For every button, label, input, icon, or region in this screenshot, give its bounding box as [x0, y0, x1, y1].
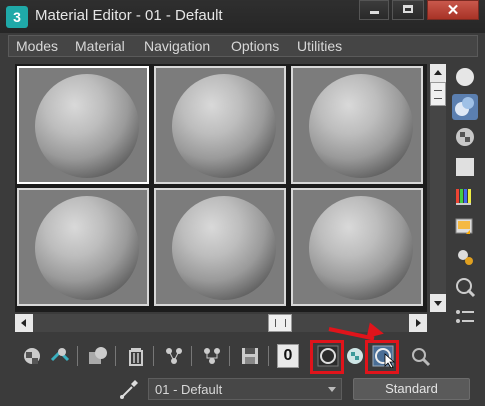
make-preview-button[interactable]	[452, 214, 478, 240]
assign-to-selection-button[interactable]	[86, 344, 110, 368]
scroll-left-button[interactable]	[15, 314, 33, 332]
make-unique-button[interactable]	[162, 344, 186, 368]
material-name-field[interactable]: 01 - Default	[148, 378, 342, 400]
sample-type-sphere-button[interactable]	[452, 64, 478, 90]
delete-icon[interactable]	[124, 344, 148, 368]
highlight-box	[310, 340, 344, 374]
put-to-scene-button[interactable]	[48, 344, 72, 368]
toolbar-separator	[153, 346, 154, 366]
title-bar[interactable]: 3 Material Editor - 01 - Default ✕	[0, 0, 485, 33]
window-title: Material Editor - 01 - Default	[35, 7, 223, 24]
scroll-down-button[interactable]	[430, 294, 446, 312]
background-checker-button[interactable]	[452, 124, 478, 150]
maximize-button[interactable]	[392, 0, 424, 20]
toolbar-separator	[77, 346, 78, 366]
scroll-right-button[interactable]	[409, 314, 427, 332]
menu-utilities[interactable]: Utilities	[297, 38, 342, 54]
put-to-library-button[interactable]	[200, 344, 224, 368]
material-sphere	[172, 196, 276, 300]
material-name-value: 01 - Default	[155, 382, 223, 397]
menu-bar: Modes Material Navigation Options Utilit…	[8, 35, 478, 57]
minimize-button[interactable]	[359, 0, 389, 20]
horizontal-scrollbar[interactable]	[15, 314, 427, 332]
options-button[interactable]	[452, 244, 478, 270]
material-id-channel[interactable]: 0	[277, 344, 299, 368]
show-map-button[interactable]	[343, 344, 367, 368]
close-button[interactable]: ✕	[427, 0, 479, 20]
sample-slots-grid	[15, 64, 427, 312]
sample-slot[interactable]	[291, 188, 423, 306]
vertical-scroll-thumb[interactable]	[430, 82, 446, 106]
sample-slot[interactable]	[154, 66, 286, 184]
material-editor-window: 3 Material Editor - 01 - Default ✕ Modes…	[0, 0, 485, 405]
app-icon: 3	[6, 6, 28, 28]
toolbar-separator	[268, 346, 269, 366]
menu-navigation[interactable]: Navigation	[144, 38, 210, 54]
material-sphere	[35, 196, 139, 300]
highlight-box	[365, 340, 399, 374]
sample-slot[interactable]	[17, 66, 149, 184]
sample-uv-tiling-button[interactable]	[452, 154, 478, 180]
select-by-material-button[interactable]	[452, 274, 478, 300]
annotation-arrow-head	[366, 322, 386, 342]
toolbar-separator	[191, 346, 192, 366]
go-to-parent-button[interactable]	[408, 344, 432, 368]
material-sphere	[35, 74, 139, 178]
save-icon[interactable]	[238, 344, 262, 368]
material-type-button[interactable]: Standard	[353, 378, 470, 400]
toolbar-separator	[229, 346, 230, 366]
material-sphere	[172, 74, 276, 178]
get-material-button[interactable]	[20, 344, 44, 368]
sample-slot[interactable]	[291, 66, 423, 184]
vertical-scrollbar[interactable]	[430, 64, 446, 312]
material-map-navigator-button[interactable]	[452, 304, 478, 330]
menu-modes[interactable]: Modes	[16, 38, 58, 54]
eyedropper-icon[interactable]	[118, 377, 140, 401]
chevron-down-icon	[328, 387, 336, 392]
video-color-check-button[interactable]	[452, 184, 478, 210]
sample-slot[interactable]	[154, 188, 286, 306]
menu-material[interactable]: Material	[75, 38, 125, 54]
material-sphere	[309, 74, 413, 178]
backlight-button[interactable]	[452, 94, 478, 120]
horizontal-scroll-thumb[interactable]	[268, 314, 292, 332]
scroll-up-button[interactable]	[430, 64, 446, 82]
sample-slot[interactable]	[17, 188, 149, 306]
toolbar-separator	[115, 346, 116, 366]
material-sphere	[309, 196, 413, 300]
menu-options[interactable]: Options	[231, 38, 279, 54]
close-icon: ✕	[446, 2, 460, 19]
